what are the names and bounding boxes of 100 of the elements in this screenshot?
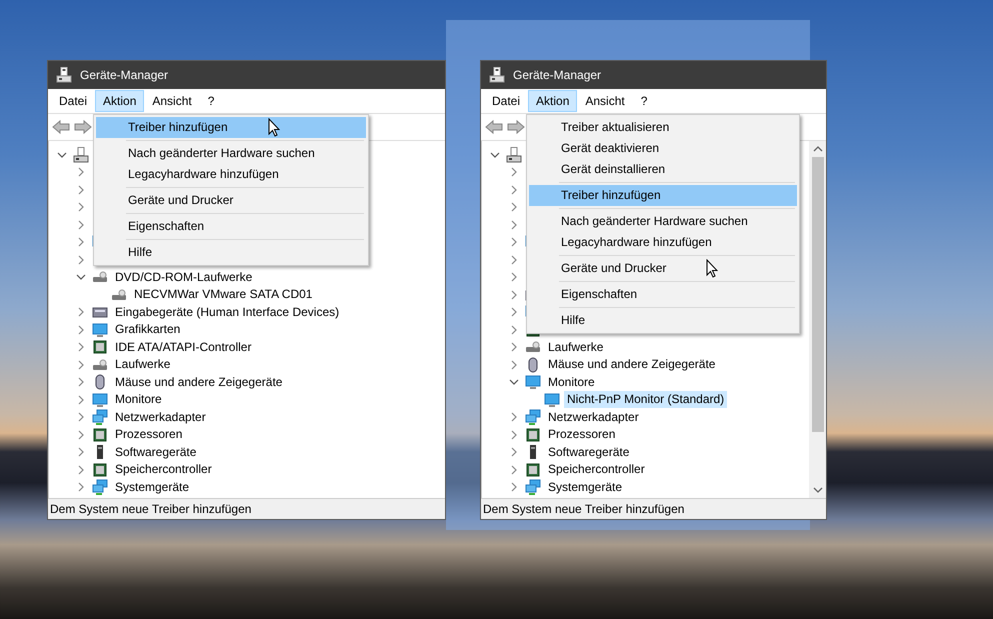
expand-chevron-icon[interactable]	[76, 184, 86, 195]
menu-item[interactable]: Treiber hinzufügen	[529, 185, 797, 206]
expand-chevron-icon[interactable]	[509, 447, 519, 458]
back-arrow-icon[interactable]	[52, 119, 70, 135]
tree-item[interactable]: Laufwerke	[112, 356, 174, 374]
menu-item[interactable]: Geräte und Drucker	[529, 258, 797, 279]
tree-item[interactable]: Laufwerke	[545, 338, 606, 356]
expand-chevron-icon[interactable]	[76, 307, 86, 318]
tree-item[interactable]: Netzwerkadapter	[545, 408, 642, 426]
back-arrow-icon[interactable]	[485, 119, 503, 135]
tree-item[interactable]: Mäuse und andere Zeigegeräte	[112, 374, 286, 391]
menu-item[interactable]: Legacyhardware hinzufügen	[96, 164, 366, 185]
expand-chevron-icon[interactable]	[509, 464, 519, 475]
expand-chevron-icon[interactable]	[509, 430, 519, 440]
monitor-icon	[544, 392, 560, 408]
status-text: Dem System neue Treiber hinzufügen	[50, 502, 252, 516]
tree-item[interactable]: NECVMWar VMware SATA CD01	[131, 286, 316, 304]
forward-arrow-icon[interactable]	[507, 119, 525, 135]
expand-chevron-icon[interactable]	[76, 447, 86, 458]
tree-item[interactable]: Monitore	[112, 391, 165, 408]
vertical-scrollbar[interactable]	[809, 141, 826, 498]
menu-bar-item[interactable]: Aktion	[528, 90, 578, 112]
menu-item[interactable]: Hilfe	[529, 310, 797, 331]
menu-item[interactable]: Geräte und Drucker	[96, 190, 366, 211]
tree-item[interactable]: Prozessoren	[112, 426, 186, 444]
menu-bar-item[interactable]: Aktion	[95, 90, 144, 112]
menu-item[interactable]: Gerät deinstallieren	[529, 159, 797, 180]
scroll-down-icon[interactable]	[812, 486, 822, 494]
expand-chevron-icon[interactable]	[76, 237, 86, 248]
expand-chevron-icon[interactable]	[509, 412, 519, 422]
menu-bar-item[interactable]: ?	[200, 90, 222, 112]
expand-chevron-icon[interactable]	[509, 482, 519, 492]
expand-chevron-icon[interactable]	[76, 430, 86, 440]
expand-chevron-icon[interactable]	[76, 220, 86, 230]
expand-chevron-icon[interactable]	[509, 360, 519, 370]
tree-item[interactable]: Softwaregeräte	[545, 444, 632, 461]
forward-arrow-icon[interactable]	[74, 119, 92, 135]
menu-item[interactable]: Gerät deaktivieren	[529, 138, 797, 159]
computer-icon	[56, 67, 72, 83]
tree-item[interactable]: Systemgeräte	[112, 478, 192, 496]
expand-chevron-icon[interactable]	[509, 202, 519, 212]
menu-item[interactable]: Eigenschaften	[96, 216, 366, 237]
collapse-chevron-icon[interactable]	[490, 150, 500, 160]
expand-chevron-icon[interactable]	[76, 254, 86, 265]
menu-bar-item[interactable]: Datei	[51, 90, 96, 112]
menu-bar-item[interactable]: Datei	[484, 90, 528, 112]
drive-icon	[111, 286, 127, 303]
network-icon	[525, 409, 541, 426]
monitor-icon	[92, 322, 108, 338]
expand-chevron-icon[interactable]	[509, 237, 519, 248]
status-text: Dem System neue Treiber hinzufügen	[483, 502, 684, 516]
expand-chevron-icon[interactable]	[76, 464, 86, 475]
scroll-up-icon[interactable]	[812, 145, 822, 153]
menu-item[interactable]: Nach geänderter Hardware suchen	[96, 143, 366, 164]
menu-item[interactable]: Hilfe	[96, 242, 366, 263]
tree-item[interactable]: Mäuse und andere Zeigegeräte	[545, 356, 718, 374]
tree-item[interactable]: Speichercontroller	[112, 461, 215, 478]
expand-chevron-icon[interactable]	[509, 254, 519, 265]
expand-chevron-icon[interactable]	[76, 324, 86, 335]
expand-chevron-icon[interactable]	[509, 167, 519, 178]
menu-bar-item[interactable]: ?	[632, 90, 656, 112]
tree-item[interactable]: Netzwerkadapter	[112, 408, 209, 426]
collapse-chevron-icon[interactable]	[509, 377, 519, 388]
tree-item[interactable]: DVD/CD-ROM-Laufwerke	[112, 268, 256, 286]
expand-chevron-icon[interactable]	[509, 307, 519, 318]
tree-item[interactable]: Nicht-PnP Monitor (Standard)	[564, 391, 728, 408]
window-title: Geräte-Manager	[80, 68, 168, 82]
menu-item[interactable]: Treiber aktualisieren	[529, 117, 797, 138]
menu-item[interactable]: Nach geänderter Hardware suchen	[529, 211, 797, 232]
expand-chevron-icon[interactable]	[509, 220, 519, 230]
expand-chevron-icon[interactable]	[76, 342, 86, 352]
scrollbar-thumb[interactable]	[812, 157, 824, 432]
tree-item[interactable]: Monitore	[545, 374, 598, 391]
menu-bar-item[interactable]: Ansicht	[144, 90, 200, 112]
expand-chevron-icon[interactable]	[509, 290, 519, 300]
expand-chevron-icon[interactable]	[76, 394, 86, 405]
menu-item[interactable]: Treiber hinzufügen	[96, 117, 366, 138]
collapse-chevron-icon[interactable]	[57, 150, 67, 160]
tree-item[interactable]: Eingabegeräte (Human Interface Devices)	[112, 304, 342, 321]
menu-bar-item[interactable]: Ansicht	[577, 90, 633, 112]
drive-icon	[92, 356, 108, 373]
tree-item[interactable]: Softwaregeräte	[112, 444, 200, 461]
tree-item[interactable]: Speichercontroller	[545, 461, 648, 478]
expand-chevron-icon[interactable]	[509, 324, 519, 335]
expand-chevron-icon[interactable]	[76, 167, 86, 178]
expand-chevron-icon[interactable]	[76, 482, 86, 492]
expand-chevron-icon[interactable]	[76, 377, 86, 388]
menu-item[interactable]: Legacyhardware hinzufügen	[529, 232, 797, 253]
collapse-chevron-icon[interactable]	[76, 272, 86, 282]
tree-item[interactable]: Prozessoren	[545, 426, 618, 444]
tree-item[interactable]: Systemgeräte	[545, 478, 626, 496]
tree-item[interactable]: Grafikkarten	[112, 321, 184, 338]
expand-chevron-icon[interactable]	[509, 184, 519, 195]
expand-chevron-icon[interactable]	[509, 342, 519, 352]
expand-chevron-icon[interactable]	[509, 272, 519, 282]
expand-chevron-icon[interactable]	[76, 360, 86, 370]
expand-chevron-icon[interactable]	[76, 202, 86, 212]
tree-item[interactable]: IDE ATA/ATAPI-Controller	[112, 338, 254, 356]
expand-chevron-icon[interactable]	[76, 412, 86, 422]
menu-item[interactable]: Eigenschaften	[529, 284, 797, 305]
